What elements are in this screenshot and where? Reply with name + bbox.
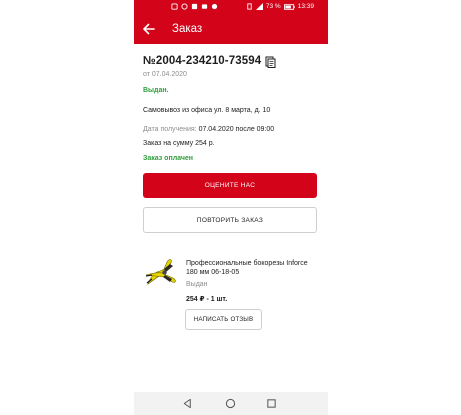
- signal-icon: [255, 3, 263, 10]
- receive-date-value: 07.04.2020 после 09:00: [198, 126, 275, 133]
- back-triangle-icon[interactable]: [182, 398, 193, 409]
- message-icon: [201, 4, 208, 9]
- write-review-button[interactable]: НАПИСАТЬ ОТЗЫВ: [185, 309, 262, 330]
- app-bar: Заказ: [134, 16, 328, 44]
- vibrate-icon: [247, 3, 252, 10]
- phone-screen: 73 % 13:39 Заказ №2004-234210-73594 от 0…: [134, 0, 328, 415]
- product-image-side-cutters[interactable]: [143, 254, 181, 292]
- rate-us-button[interactable]: ОЦЕНИТЕ НАС: [143, 173, 317, 198]
- battery-icon: [283, 3, 295, 10]
- app-icon: [211, 3, 218, 10]
- back-button[interactable]: [140, 20, 158, 38]
- recents-square-icon[interactable]: [266, 398, 277, 409]
- copy-icon[interactable]: [265, 56, 276, 68]
- app-header: 73 % 13:39 Заказ: [134, 0, 328, 44]
- product-price: 254 ₽ - 1 шт.: [186, 296, 228, 303]
- app-icon: [191, 3, 198, 10]
- payment-status: Заказ оплачен: [143, 155, 194, 162]
- clock: 13:39: [297, 3, 314, 10]
- repeat-order-button[interactable]: ПОВТОРИТЬ ЗАКАЗ: [143, 207, 317, 233]
- arrow-left-icon: [143, 23, 155, 35]
- receive-date-line: Дата получения: 07.04.2020 после 09:00: [143, 126, 274, 133]
- screen-title: Заказ: [172, 23, 203, 35]
- system-nav-bar: [134, 392, 328, 415]
- order-date: от 07.04.2020: [143, 71, 187, 78]
- order-number: №2004-234210-73594: [143, 55, 262, 67]
- order-sum: Заказ на сумму 254 р.: [143, 140, 215, 147]
- home-circle-icon[interactable]: [225, 398, 236, 409]
- status-bar: 73 % 13:39: [134, 0, 328, 13]
- pickup-address: Самовывоз из офиса ул. 8 марта, д. 10: [143, 107, 271, 114]
- order-status: Выдан.: [143, 87, 169, 94]
- notification-icon: [181, 3, 188, 10]
- receive-date-label: Дата получения:: [143, 126, 197, 133]
- product-status: Выдан: [186, 281, 208, 288]
- notification-icon: [171, 3, 178, 10]
- product-name-link[interactable]: Профессиональные бокорезы Inforce 180 мм…: [186, 259, 321, 277]
- battery-percent: 73 %: [265, 3, 281, 10]
